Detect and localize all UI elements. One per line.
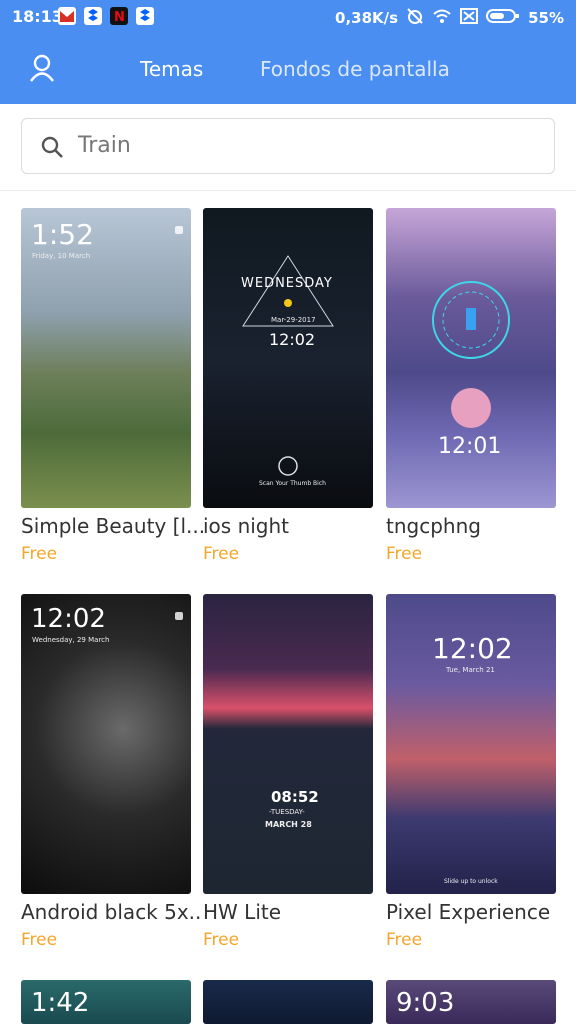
preview-caption: Scan Your Thumb Bich <box>259 480 326 487</box>
tab-fondos-de-pantalla[interactable]: Fondos de pantalla <box>260 57 450 81</box>
theme-price: Free <box>386 930 423 950</box>
dropbox-icon <box>136 7 154 25</box>
preview-date: Friday, 10 March <box>32 252 91 260</box>
theme-name: ios night <box>203 514 290 538</box>
preview-time: 9:03 <box>396 988 455 1018</box>
netflix-icon: N <box>110 7 128 25</box>
charging-ring-graphic <box>432 281 510 428</box>
divider <box>0 190 576 191</box>
preview-date: Mar-29-2017 <box>271 316 316 324</box>
status-bar: 18:13 N 0,38K/s 55% <box>0 0 576 34</box>
svg-text:N: N <box>114 10 125 25</box>
theme-name: tngcphng <box>386 514 481 538</box>
tab-temas[interactable]: Temas <box>140 57 203 81</box>
app-header: 18:13 N 0,38K/s 55% Temas Fondos de pant… <box>0 0 576 104</box>
preview-time: 1:42 <box>31 988 90 1018</box>
theme-price: Free <box>21 930 58 950</box>
theme-preview: 12:02 Wednesday, 29 March <box>21 594 191 894</box>
gmail-icon <box>58 7 76 25</box>
theme-name: Simple Beauty [l... <box>21 514 206 538</box>
wifi-icon <box>432 8 452 28</box>
preview-time: 12:01 <box>438 434 502 459</box>
theme-name: Pixel Experience <box>386 900 551 924</box>
battery-percent: 55% <box>528 9 564 27</box>
search-value: Train <box>78 133 131 158</box>
preview-time: 1:52 <box>31 218 94 251</box>
theme-preview <box>203 980 373 1024</box>
theme-price: Free <box>21 544 58 564</box>
search-input[interactable]: Train <box>21 118 555 174</box>
network-speed: 0,38K/s <box>335 9 399 27</box>
preview-time: 08:52 <box>271 788 319 806</box>
preview-date: Wednesday, 29 March <box>32 636 110 644</box>
preview-time: 12:02 <box>31 604 106 634</box>
preview-day: -TUESDAY- <box>269 808 305 816</box>
search-icon <box>40 135 64 159</box>
status-time: 18:13 <box>12 7 63 26</box>
theme-preview: 08:52 -TUESDAY- MARCH 28 <box>203 594 373 894</box>
theme-price: Free <box>203 544 240 564</box>
theme-preview: 12:01 <box>386 208 556 508</box>
triangle-graphic <box>242 255 334 476</box>
preview-date: MARCH 28 <box>265 820 312 829</box>
theme-price: Free <box>386 544 423 564</box>
dropbox-icon <box>84 7 102 25</box>
theme-name: HW Lite <box>203 900 282 924</box>
preview-date: Tue, March 21 <box>446 666 495 674</box>
alarm-off-icon <box>406 7 424 29</box>
theme-preview: WEDNESDAY Mar-29-2017 12:02 Scan Your Th… <box>203 208 373 508</box>
app-bar: Temas Fondos de pantalla <box>0 38 576 102</box>
battery-icon <box>486 8 520 28</box>
theme-preview: 9:03 <box>386 980 556 1024</box>
theme-preview: 1:52 Friday, 10 March <box>21 208 191 508</box>
sim-icon <box>460 8 479 28</box>
preview-time: 12:02 <box>269 330 316 349</box>
profile-icon[interactable] <box>28 54 56 82</box>
theme-preview: 12:02 Tue, March 21 Slide up to unlock <box>386 594 556 894</box>
preview-time: 12:02 <box>432 632 513 665</box>
preview-caption: Slide up to unlock <box>444 878 498 885</box>
theme-preview: 1:42 <box>21 980 191 1024</box>
preview-day: WEDNESDAY <box>241 276 333 291</box>
theme-name: Android black 5x.. <box>21 900 202 924</box>
theme-price: Free <box>203 930 240 950</box>
